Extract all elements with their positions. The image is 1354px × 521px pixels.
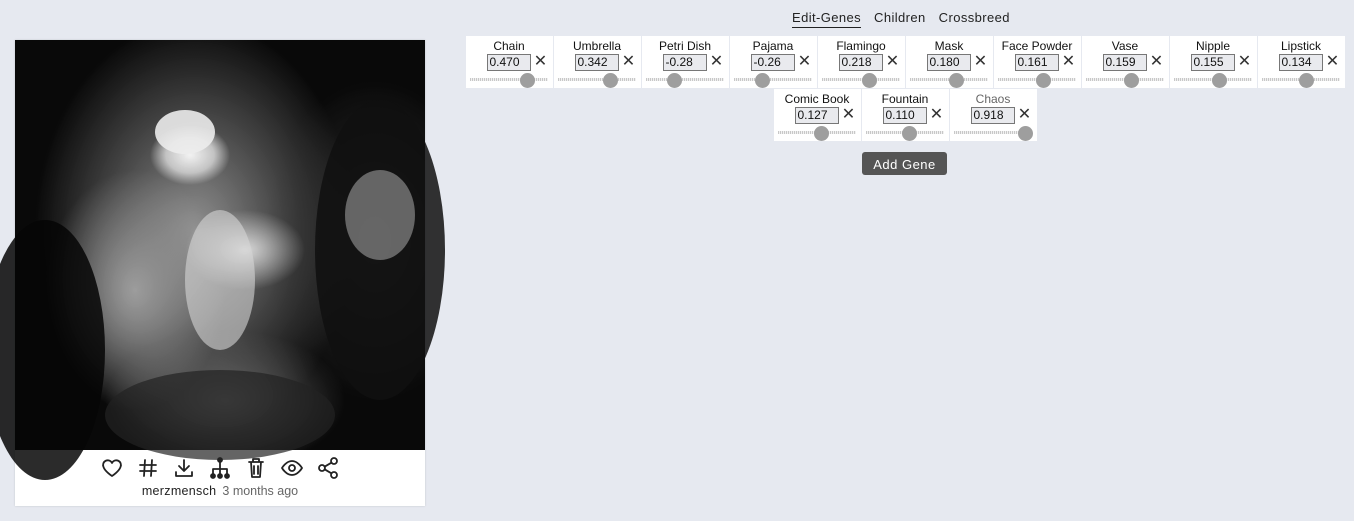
gene-name: Umbrella [572, 39, 621, 53]
remove-gene-icon[interactable]: ✕ [1150, 54, 1164, 70]
gene-slider-track[interactable] [733, 78, 812, 81]
remove-gene-icon[interactable]: ✕ [534, 54, 548, 70]
gene-card: Chaos 0.918 ✕ [949, 89, 1037, 141]
gene-value-input[interactable]: 0.342 [574, 54, 619, 71]
gene-slider-track[interactable] [645, 78, 724, 81]
gene-value-input[interactable]: 0.180 [926, 54, 971, 71]
tab-edit-genes[interactable]: Edit-Genes [792, 10, 862, 28]
gene-value-input[interactable]: 0.110 [882, 107, 927, 124]
gene-slider-thumb[interactable] [948, 73, 964, 88]
gene-value-input[interactable]: 0.127 [794, 107, 839, 124]
gene-value-input[interactable]: 0.161 [1014, 54, 1059, 71]
gene-slider-track[interactable] [557, 78, 636, 81]
gene-slider-thumb[interactable] [1123, 73, 1139, 88]
generated-image[interactable] [0, 40, 445, 480]
post-time: 3 months ago [222, 484, 299, 498]
gene-list: Chain 0.470 ✕ Umbrella 0.342 ✕ Petri Dish -0.28… [465, 36, 1345, 141]
gene-value-input[interactable]: -0.26 [750, 54, 795, 71]
image-card: merzmensch 3 months ago [0, 40, 445, 506]
remove-gene-icon[interactable]: ✕ [622, 54, 636, 70]
remove-gene-icon[interactable]: ✕ [1018, 107, 1032, 123]
gene-card: Chain 0.470 ✕ [465, 36, 553, 88]
tab-children[interactable]: Children [874, 10, 926, 28]
gene-card: Flamingo 0.218 ✕ [817, 36, 905, 88]
gene-slider-thumb[interactable] [519, 73, 535, 88]
trash-icon[interactable] [244, 456, 268, 480]
gene-card: Pajama -0.26 ✕ [729, 36, 817, 88]
gene-name: Lipstick [1280, 39, 1321, 53]
gene-value-input[interactable]: 0.155 [1190, 54, 1235, 71]
gene-name: Mask [934, 39, 964, 53]
gene-card: Nipple 0.155 ✕ [1169, 36, 1257, 88]
gene-slider-track[interactable] [469, 78, 548, 81]
gene-slider-thumb[interactable] [901, 126, 917, 141]
gene-name: Chaos [975, 92, 1011, 106]
gene-slider-thumb[interactable] [1035, 73, 1051, 88]
gene-slider-thumb[interactable] [1298, 73, 1314, 88]
remove-gene-icon[interactable]: ✕ [974, 54, 988, 70]
gene-slider-thumb[interactable] [1018, 126, 1034, 141]
gene-card: Umbrella 0.342 ✕ [553, 36, 641, 88]
view-tabs: Edit-Genes Children Crossbreed [792, 10, 1010, 28]
gene-slider-thumb[interactable] [666, 73, 682, 88]
gene-name: Comic Book [784, 92, 850, 106]
download-icon[interactable] [172, 456, 196, 480]
gene-name: Petri Dish [658, 39, 711, 53]
gene-card: Lipstick 0.134 ✕ [1257, 36, 1345, 88]
gene-name: Nipple [1195, 39, 1231, 53]
gene-card: Mask 0.180 ✕ [905, 36, 993, 88]
heart-icon[interactable] [100, 456, 124, 480]
gene-card: Fountain 0.110 ✕ [861, 89, 949, 141]
family-tree-icon[interactable] [208, 456, 232, 480]
eye-icon[interactable] [280, 456, 304, 480]
remove-gene-icon[interactable]: ✕ [1062, 54, 1076, 70]
gene-slider-track[interactable] [821, 78, 900, 81]
remove-gene-icon[interactable]: ✕ [842, 107, 856, 123]
gene-name: Vase [1111, 39, 1139, 53]
hashtag-icon[interactable] [136, 456, 160, 480]
gene-name: Fountain [881, 92, 929, 106]
gene-name: Face Powder [1001, 39, 1073, 53]
tab-crossbreed[interactable]: Crossbreed [939, 10, 1010, 28]
gene-slider-thumb[interactable] [862, 73, 877, 88]
remove-gene-icon[interactable]: ✕ [886, 54, 900, 70]
gene-name: Chain [493, 39, 525, 53]
gene-value-input[interactable]: 0.134 [1278, 54, 1323, 71]
gene-value-input[interactable]: -0.28 [662, 54, 707, 71]
gene-card: Petri Dish -0.28 ✕ [641, 36, 729, 88]
add-gene-button[interactable]: Add Gene [862, 152, 947, 175]
share-icon[interactable] [316, 456, 340, 480]
gene-slider-thumb[interactable] [755, 73, 771, 88]
remove-gene-icon[interactable]: ✕ [1326, 54, 1340, 70]
gene-name: Flamingo [836, 39, 886, 53]
gene-value-input[interactable]: 0.918 [970, 107, 1015, 124]
remove-gene-icon[interactable]: ✕ [798, 54, 812, 70]
gene-card: Face Powder 0.161 ✕ [993, 36, 1081, 88]
remove-gene-icon[interactable]: ✕ [930, 107, 944, 123]
remove-gene-icon[interactable]: ✕ [1238, 54, 1252, 70]
card-actions [15, 454, 425, 482]
gene-slider-thumb[interactable] [1211, 73, 1227, 88]
gene-name: Pajama [752, 39, 794, 53]
card-byline: merzmensch 3 months ago [15, 484, 425, 498]
gene-value-input[interactable]: 0.159 [1102, 54, 1147, 71]
author-name[interactable]: merzmensch [142, 484, 217, 498]
gene-value-input[interactable]: 0.470 [486, 54, 531, 71]
gene-slider-thumb[interactable] [814, 126, 830, 141]
gene-card: Vase 0.159 ✕ [1081, 36, 1169, 88]
remove-gene-icon[interactable]: ✕ [710, 54, 724, 70]
gene-value-input[interactable]: 0.218 [838, 54, 883, 71]
gene-card: Comic Book 0.127 ✕ [773, 89, 861, 141]
gene-slider-thumb[interactable] [602, 73, 618, 88]
